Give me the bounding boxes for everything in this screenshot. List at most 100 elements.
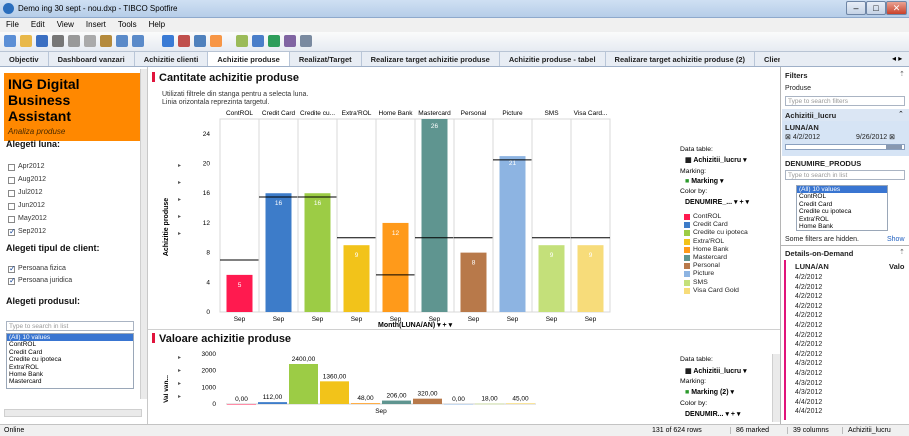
legend-item-label[interactable]: Credit Card — [693, 221, 728, 228]
viz1-color-by-selector[interactable]: DENUMIRE_... ▾ + ▾ — [685, 198, 749, 206]
legend-item-label[interactable]: Home Bank — [693, 246, 729, 253]
luna-range[interactable]: ⊠ 4/2/2012 — [785, 133, 820, 141]
product-search-input[interactable]: Type to search in list — [6, 321, 134, 331]
axis-arrow-icon[interactable]: ▸ — [178, 214, 181, 220]
legend-item-label[interactable]: ContROL — [693, 213, 721, 220]
denumire-list-item[interactable]: Home Bank — [797, 223, 887, 230]
bar-value-3[interactable] — [320, 381, 349, 404]
menu-tools[interactable]: Tools — [112, 18, 143, 31]
tab-scroll-arrows-icon[interactable]: ◂ ▸ — [892, 54, 902, 63]
viz2-legend-scrollbar[interactable] — [772, 354, 780, 422]
details-row[interactable]: 4/3/2012 — [795, 389, 822, 396]
details-row[interactable]: 4/2/2012 — [795, 303, 822, 310]
legend-item-label[interactable]: Mastercard — [693, 254, 727, 261]
paste-icon[interactable] — [100, 35, 112, 47]
show-hidden-filters-link[interactable]: Show — [887, 236, 905, 243]
product-list-item[interactable]: Mastercard — [7, 378, 133, 385]
tab-2[interactable]: Achizitie clienti — [135, 52, 209, 66]
tab-8[interactable]: Clienti — [755, 52, 780, 66]
cut-icon[interactable] — [68, 35, 80, 47]
redo-icon[interactable] — [132, 35, 144, 47]
collapse-icon[interactable]: ⌃ — [898, 110, 904, 118]
denumire-list-item[interactable]: (All) 10 values — [797, 186, 887, 194]
bar-value-0[interactable] — [227, 404, 256, 405]
maximize-button[interactable]: □ — [866, 1, 886, 15]
tab-4[interactable]: Realizat/Target — [290, 52, 362, 66]
axis-arrow-icon[interactable]: ▸ — [178, 231, 181, 237]
clear-from-icon[interactable]: ⊠ — [785, 134, 793, 141]
menu-view[interactable]: View — [51, 18, 80, 31]
bar-Credite cu...[interactable] — [304, 193, 331, 312]
left-panel-scrollbar[interactable] — [140, 69, 147, 399]
product-list-item[interactable]: ContROL — [7, 341, 133, 348]
bar-chart-valoare[interactable]: Val van... 0 1000 2000 3000 ▸ ▸ ▸ ▸ 0,00 112,00 240… — [148, 349, 678, 424]
month-checkbox[interactable] — [8, 216, 15, 223]
details-row[interactable]: 4/3/2012 — [795, 380, 822, 387]
details-row[interactable]: 4/3/2012 — [795, 360, 822, 367]
undo-icon[interactable] — [116, 35, 128, 47]
menu-edit[interactable]: Edit — [25, 18, 51, 31]
viz1-data-table-selector[interactable]: ▦ Achizitii_lucru ▾ — [685, 156, 747, 164]
bar-value-8[interactable] — [475, 403, 504, 405]
details-row[interactable]: 4/4/2012 — [795, 399, 822, 406]
denumire-search-input[interactable]: Type to search in list — [785, 170, 905, 180]
details-row[interactable]: 4/3/2012 — [795, 370, 822, 377]
bar-Picture[interactable] — [499, 156, 526, 312]
save-icon[interactable] — [36, 35, 48, 47]
bar-Credit Card[interactable] — [265, 193, 292, 312]
filters-search-input[interactable]: Type to search filters — [785, 96, 905, 106]
viz2-marking-selector[interactable]: ■ Marking (2) ▾ — [685, 388, 734, 396]
product-list-item[interactable]: (All) 10 values — [7, 334, 133, 342]
pin-icon[interactable]: ⇡ — [899, 70, 905, 78]
line-chart-icon[interactable] — [194, 35, 206, 47]
viz2-data-table-selector[interactable]: ▦ Achizitii_lucru ▾ — [685, 367, 747, 375]
client-type-checkbox[interactable] — [8, 276, 16, 285]
product-list-item[interactable]: Home Bank — [7, 371, 133, 378]
new-icon[interactable] — [4, 35, 16, 47]
axis-arrow-icon[interactable]: ▸ — [178, 355, 181, 361]
tab-5[interactable]: Realizare target achizitie produse — [362, 52, 500, 66]
bar-ContROL[interactable] — [226, 274, 253, 312]
luna-slider-handle[interactable] — [886, 145, 902, 149]
axis-arrow-icon[interactable]: ▸ — [178, 368, 181, 374]
copy-icon[interactable] — [84, 35, 96, 47]
details-row[interactable]: 4/2/2012 — [795, 293, 822, 300]
product-list-item[interactable]: Extra'ROL — [7, 364, 133, 371]
axis-arrow-icon[interactable]: ▸ — [178, 394, 181, 400]
tab-7[interactable]: Realizare target achizitie produse (2) — [606, 52, 755, 66]
legend-item-label[interactable]: Personal — [693, 262, 720, 269]
denumire-list-item[interactable]: Credite cu ipoteca — [797, 208, 887, 215]
clear-to-icon[interactable]: ⊠ — [887, 134, 895, 141]
tab-3[interactable]: Achizitie produse — [208, 52, 290, 66]
bar-value-1[interactable] — [258, 402, 287, 404]
details-row[interactable]: 4/2/2012 — [795, 284, 822, 291]
axis-arrow-icon[interactable]: ▸ — [178, 163, 181, 169]
bar-value-5[interactable] — [382, 400, 411, 404]
details-row[interactable]: 4/4/2012 — [795, 408, 822, 415]
pin-icon[interactable]: ⇡ — [899, 248, 905, 256]
details-row[interactable]: 4/2/2012 — [795, 312, 822, 319]
menu-file[interactable]: File — [0, 18, 25, 31]
bar-value-4[interactable] — [351, 403, 380, 404]
luna-range-slider[interactable] — [785, 144, 905, 150]
luna-to-wrap[interactable]: 9/26/2012 ⊠ — [856, 133, 895, 141]
month-checkbox[interactable] — [8, 203, 15, 210]
denumire-listbox[interactable]: (All) 10 values ContROL Credit Card Credite… — [796, 185, 888, 231]
details-row[interactable]: 4/2/2012 — [795, 332, 822, 339]
denumire-list-item[interactable]: Extra'ROL — [797, 216, 887, 223]
table-icon[interactable] — [252, 35, 264, 47]
month-checkbox[interactable] — [8, 177, 15, 184]
month-checkbox[interactable] — [8, 227, 16, 236]
print-icon[interactable] — [52, 35, 64, 47]
filter-table-header[interactable]: Achizitii_lucru ⌃ — [782, 109, 909, 121]
details-row[interactable]: 4/2/2012 — [795, 351, 822, 358]
bar-value-6[interactable] — [413, 398, 442, 404]
bar-value-9[interactable] — [506, 403, 535, 404]
left-panel-hscrollbar[interactable] — [4, 409, 142, 417]
month-checkbox[interactable] — [8, 164, 15, 171]
x-axis-selector[interactable]: Month(LUNA/AN) ▾ + ▾ — [378, 321, 452, 329]
denumire-list-item[interactable]: Credit Card — [797, 201, 887, 208]
open-icon[interactable] — [20, 35, 32, 47]
details-row[interactable]: 4/2/2012 — [795, 322, 822, 329]
details-row[interactable]: 4/2/2012 — [795, 341, 822, 348]
